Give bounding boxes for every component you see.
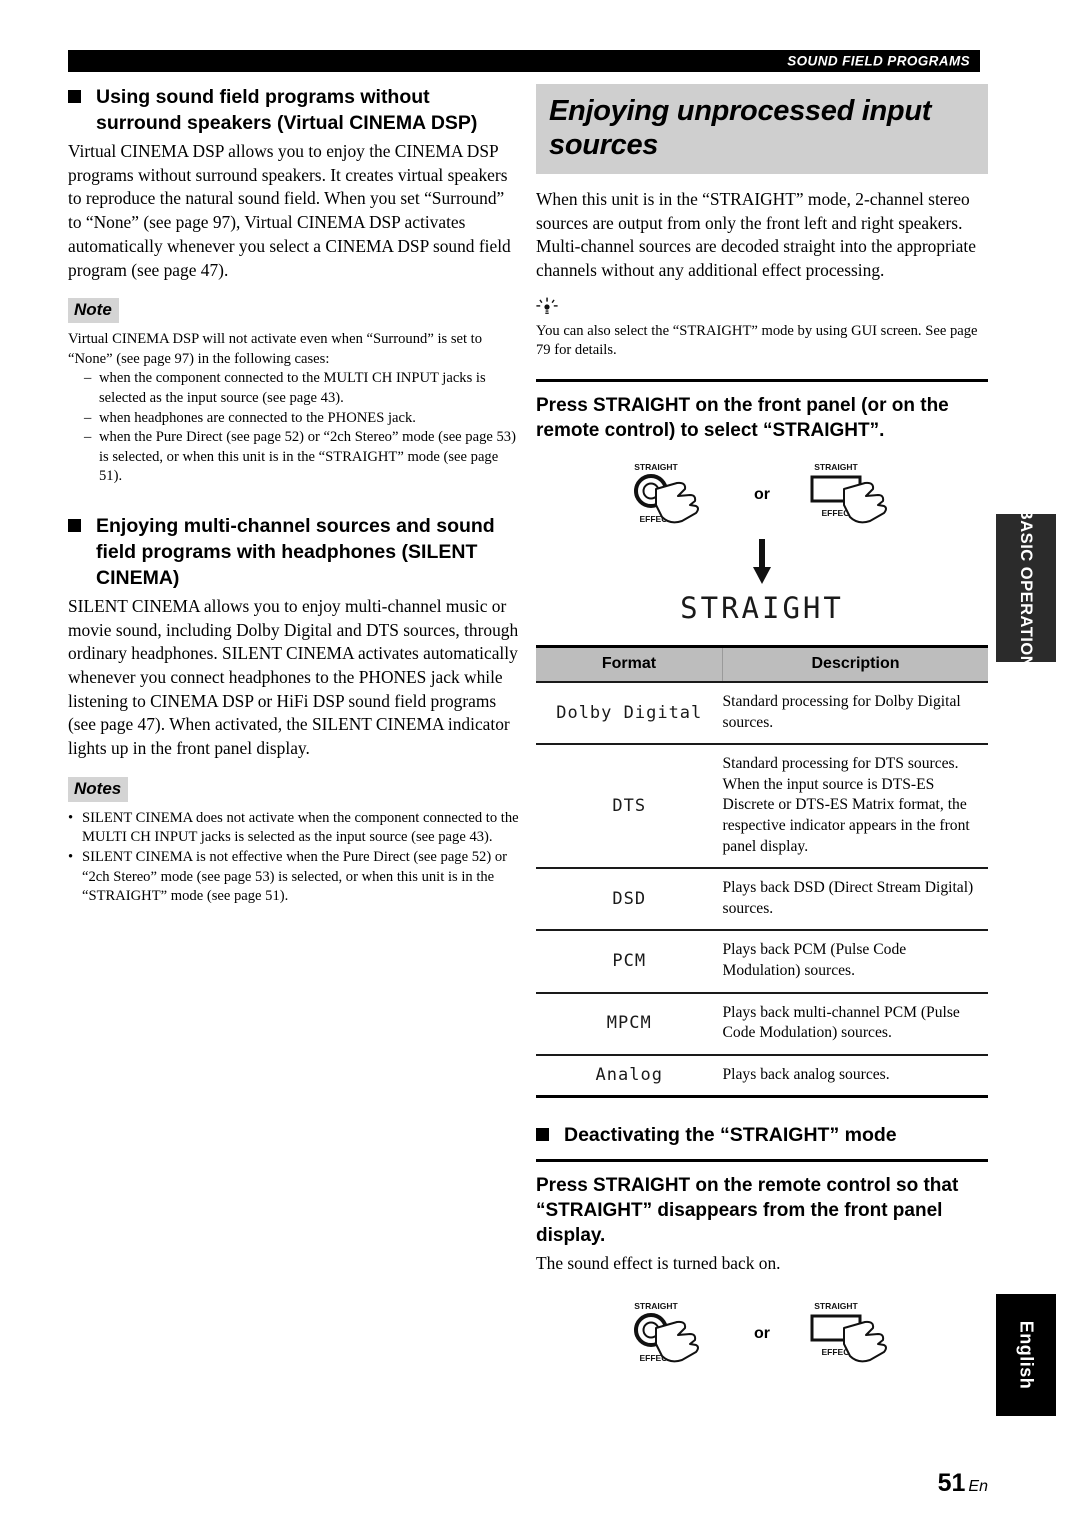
- paragraph-virtual-cinema-dsp: Virtual CINEMA DSP allows you to enjoy t…: [68, 141, 511, 280]
- table-cell-format: MPCM: [536, 991, 723, 1055]
- table-cell-format: Dolby Digital: [536, 680, 723, 745]
- front-panel-display: STRAIGHT: [536, 591, 988, 625]
- square-bullet-icon: [536, 1128, 549, 1142]
- side-tab-basic-operation-label: BASIC OPERATION: [1017, 507, 1036, 669]
- note-label-1: Note: [68, 298, 119, 324]
- heading-silent-cinema: Enjoying multi-channel sources and sound…: [68, 513, 520, 591]
- table-cell-description: Standard processing for Dolby Digital so…: [722, 680, 988, 745]
- table-cell-description: Plays back multi-channel PCM (Pulse Code…: [722, 991, 988, 1055]
- paragraph-silent-cinema: SILENT CINEMA allows you to enjoy multi-…: [68, 595, 519, 759]
- heading-deactivating-straight: Deactivating the “STRAIGHT” mode: [536, 1122, 988, 1148]
- divider-rule-2: [536, 1159, 988, 1163]
- page-header-bar: SOUND FIELD PROGRAMS: [68, 50, 980, 72]
- or-label-deactivate: or: [754, 1325, 770, 1343]
- table-cell-format: DSD: [536, 867, 723, 931]
- note-list-1: when the component connected to the MULT…: [68, 369, 520, 487]
- table-row: PCM Plays back PCM (Pulse Code Modulatio…: [536, 929, 988, 993]
- section-title-text: Enjoying unprocessed input sources: [549, 95, 932, 161]
- heading-deactivating-straight-text: Deactivating the “STRAIGHT” mode: [564, 1124, 897, 1147]
- note-list-item: when the Pure Direct (see page 52) or “2…: [68, 428, 520, 487]
- left-column: Using sound field programs without surro…: [68, 84, 520, 907]
- note-intro-1: Virtual CINEMA DSP will not activate eve…: [68, 331, 483, 367]
- square-bullet-icon: [68, 518, 81, 532]
- or-label-select: or: [754, 486, 770, 503]
- heading-silent-cinema-text: Enjoying multi-channel sources and sound…: [96, 514, 495, 589]
- square-bullet-icon: [68, 90, 81, 103]
- section-title-block: Enjoying unprocessed input sources: [536, 84, 988, 174]
- table-row: DTS Standard processing for DTS sources.…: [536, 743, 988, 869]
- table-cell-description: Standard processing for DTS sources. Whe…: [722, 743, 988, 869]
- table-cell-format: PCM: [536, 929, 723, 993]
- front-panel-straight-knob-figure: STRAIGHT EFFECT: [634, 462, 699, 524]
- page-number-value: 51: [937, 1469, 966, 1497]
- svg-text:STRAIGHT: STRAIGHT: [634, 462, 678, 472]
- table-header-format: Format: [536, 645, 723, 682]
- step-heading-select-straight: Press STRAIGHT on the front panel (or on…: [536, 395, 949, 441]
- paragraph-straight-intro: When this unit is in the “STRAIGHT” mode…: [536, 189, 976, 281]
- notes-list-item: SILENT CINEMA does not activate when the…: [68, 809, 520, 848]
- down-arrow-wrap: [536, 539, 988, 585]
- table-row: Dolby Digital Standard processing for Do…: [536, 680, 988, 745]
- tip-text: You can also select the “STRAIGHT” mode …: [536, 322, 978, 359]
- notes-list-item: SILENT CINEMA is not effective when the …: [68, 848, 520, 907]
- remote-straight-button-figure-2: STRAIGHT EFFECT: [810, 1301, 887, 1363]
- table-header-description: Description: [722, 645, 988, 682]
- notes-label-2: Notes: [68, 776, 129, 802]
- side-tab-english-label: English: [1016, 1320, 1037, 1390]
- page-number-suffix: En: [968, 1478, 988, 1495]
- table-row: Analog Plays back analog sources.: [536, 1053, 988, 1099]
- svg-text:STRAIGHT: STRAIGHT: [814, 462, 858, 472]
- notes-body-2: SILENT CINEMA does not activate when the…: [68, 809, 520, 907]
- note-list-item: when headphones are connected to the PHO…: [68, 409, 520, 429]
- tip-sunburst-icon: [536, 297, 558, 314]
- table-row: MPCM Plays back multi-channel PCM (Pulse…: [536, 991, 988, 1055]
- table-header-row: Format Description: [536, 645, 988, 682]
- front-panel-display-text: STRAIGHT: [680, 591, 844, 625]
- heading-virtual-cinema-dsp-text: Using sound field programs without surro…: [96, 86, 478, 134]
- remote-straight-button-figure: STRAIGHT EFFECT: [810, 462, 887, 524]
- note-body-1: Virtual CINEMA DSP will not activate eve…: [68, 330, 520, 487]
- side-tab-basic-operation: BASIC OPERATION: [996, 508, 1056, 668]
- notes-list-2: SILENT CINEMA does not activate when the…: [68, 809, 520, 907]
- table-cell-description: Plays back DSD (Direct Stream Digital) s…: [722, 867, 988, 931]
- step-body-deactivate-straight: The sound effect is turned back on.: [536, 1253, 781, 1274]
- divider-rule: [536, 379, 988, 382]
- note-list-item: when the component connected to the MULT…: [68, 369, 520, 408]
- svg-text:STRAIGHT: STRAIGHT: [814, 1301, 858, 1311]
- step-heading-deactivate-straight: Press STRAIGHT on the remote control so …: [536, 1175, 959, 1247]
- front-panel-straight-knob-figure-2: STRAIGHT EFFECT: [634, 1301, 699, 1363]
- format-table: Format Description Dolby Digital Standar…: [536, 645, 988, 1099]
- table-row: DSD Plays back DSD (Direct Stream Digita…: [536, 867, 988, 931]
- heading-virtual-cinema-dsp: Using sound field programs without surro…: [68, 84, 520, 136]
- table-cell-format: DTS: [536, 743, 723, 869]
- button-figure-deactivate: STRAIGHT EFFECT or STRAIGHT EFFECT: [536, 1298, 988, 1370]
- side-tab-english: English: [996, 1294, 1056, 1416]
- svg-text:STRAIGHT: STRAIGHT: [634, 1301, 678, 1311]
- table-cell-description: Plays back PCM (Pulse Code Modulation) s…: [722, 929, 988, 993]
- page-number: 51 En: [0, 1469, 1080, 1498]
- button-figure-select: STRAIGHT EFFECT or STRAIGHT EFFECT: [536, 459, 988, 531]
- page-header-title: SOUND FIELD PROGRAMS: [787, 53, 970, 69]
- table-cell-description: Plays back analog sources.: [722, 1053, 988, 1099]
- right-column: Enjoying unprocessed input sources When …: [536, 84, 988, 1370]
- table-cell-format: Analog: [536, 1053, 723, 1099]
- down-arrow-icon: [753, 539, 771, 584]
